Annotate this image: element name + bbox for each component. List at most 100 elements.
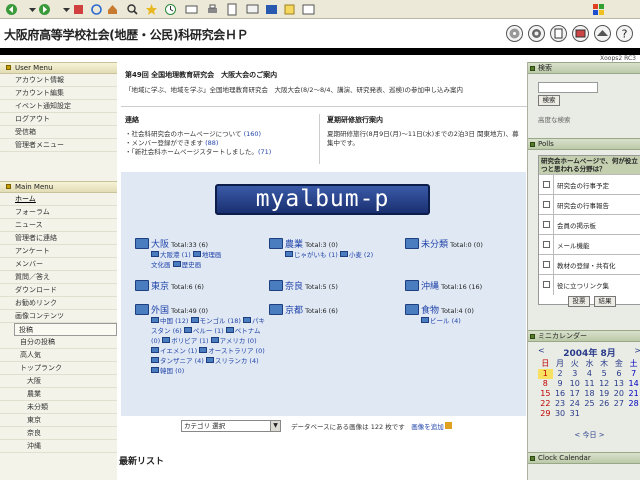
calendar-prev[interactable]: < xyxy=(538,346,545,355)
notice-summer-trip-title[interactable]: 夏期研修旅行案内 xyxy=(327,115,525,125)
main-menu-item[interactable]: ニュース xyxy=(0,219,117,232)
note-icon[interactable] xyxy=(550,25,567,42)
user-menu-item[interactable]: ログアウト xyxy=(0,113,117,126)
subcategory-link[interactable]: モンゴル (18) xyxy=(200,317,241,325)
calendar-day[interactable]: 5 xyxy=(597,369,612,379)
category-name[interactable]: 食物 xyxy=(421,306,439,316)
messenger-icon[interactable] xyxy=(264,2,277,15)
poll-checkbox[interactable] xyxy=(543,281,550,288)
main-menu-subitem[interactable]: 沖縄 xyxy=(0,440,117,453)
calendar-day[interactable]: 16 xyxy=(553,389,568,399)
stop-icon[interactable] xyxy=(71,2,84,15)
add-image-link[interactable]: 画像を追加 xyxy=(411,423,444,431)
subcategory-link[interactable]: オーストラリア (0) xyxy=(208,347,264,355)
user-menu-item[interactable]: 受信箱 xyxy=(0,126,117,139)
mail-icon[interactable] xyxy=(184,2,198,15)
subcategory-link[interactable]: ボリビア (1) xyxy=(171,337,208,345)
subcategory-link[interactable]: ビール (4) xyxy=(430,317,461,325)
subcategory-link[interactable]: タンザニア (4) xyxy=(160,357,204,365)
calendar-day[interactable]: 29 xyxy=(538,409,553,419)
poll-checkbox[interactable] xyxy=(543,181,550,188)
calendar-day[interactable]: 25 xyxy=(582,399,597,409)
calendar-day[interactable]: 18 xyxy=(582,389,597,399)
main-menu-item[interactable]: 画像コンテンツ xyxy=(0,310,117,323)
user-menu-item[interactable]: 管理者メニュー xyxy=(0,139,117,152)
category-name[interactable]: 奈良 xyxy=(285,282,303,292)
poll-option[interactable]: 研究会の行事予定 xyxy=(539,174,640,195)
category-name[interactable]: 未分類 xyxy=(421,240,448,250)
vote-button[interactable]: 投票 xyxy=(568,296,590,307)
calendar-day[interactable]: 6 xyxy=(612,369,627,379)
category-name[interactable]: 東京 xyxy=(151,282,169,292)
calendar-day[interactable]: 17 xyxy=(567,389,582,399)
calendar-day[interactable]: 20 xyxy=(612,389,627,399)
add-image-icon[interactable] xyxy=(444,422,452,429)
user-menu-item[interactable]: イベント通知設定 xyxy=(0,100,117,113)
search-button[interactable]: 検索 xyxy=(538,95,560,106)
main-menu-item[interactable]: アンケート xyxy=(0,245,117,258)
subcategory-link[interactable]: じゃがいも (1) xyxy=(294,251,338,259)
user-menu-item[interactable]: アカウント情報 xyxy=(0,74,117,87)
calendar-day[interactable]: 3 xyxy=(567,369,582,379)
window-icon[interactable] xyxy=(301,2,315,15)
subcategory-link[interactable]: スリランカ (4) xyxy=(215,357,259,365)
main-menu-item[interactable]: ダウンロード xyxy=(0,284,117,297)
poll-option[interactable]: 研究会の行事報告 xyxy=(539,194,640,215)
poll-option[interactable]: 役に立つリンク集 xyxy=(539,274,640,295)
calendar-day[interactable]: 15 xyxy=(538,389,553,399)
calendar-day[interactable]: 21 xyxy=(626,389,640,399)
main-menu-item[interactable]: フォーラム xyxy=(0,206,117,219)
history-icon[interactable] xyxy=(163,2,176,15)
category-name[interactable]: 外国 xyxy=(151,306,169,316)
category-name[interactable]: 大阪 xyxy=(151,240,169,250)
calendar-day[interactable]: 14 xyxy=(626,379,640,389)
subcategory-link[interactable]: イエメン (1) xyxy=(160,347,197,355)
poll-option[interactable]: 会員の掲示板 xyxy=(539,214,640,235)
edit-icon[interactable] xyxy=(225,2,238,16)
calendar-day[interactable]: 2 xyxy=(553,369,568,379)
calendar-day[interactable]: 28 xyxy=(626,399,640,409)
subcategory-link[interactable]: 歴史画 xyxy=(182,261,202,269)
poll-option[interactable]: 教材の登録・共有化 xyxy=(539,254,640,275)
subcategory-link[interactable]: 大阪港 (1) xyxy=(160,251,191,259)
home-icon[interactable] xyxy=(105,2,118,15)
main-menu-item[interactable]: お勧めリンク xyxy=(0,297,117,310)
calendar-day[interactable]: 4 xyxy=(582,369,597,379)
poll-checkbox[interactable] xyxy=(543,241,550,248)
subcategory-link[interactable]: 韓国 (0) xyxy=(160,367,184,375)
main-menu-item-post[interactable]: 投稿 xyxy=(14,323,117,336)
main-menu-item[interactable]: 質問／答え xyxy=(0,271,117,284)
main-menu-item[interactable]: トップランク xyxy=(0,362,117,375)
chevron-down-icon[interactable]: ▼ xyxy=(270,421,280,431)
calendar-day[interactable]: 13 xyxy=(612,379,627,389)
favorites-icon[interactable] xyxy=(144,2,157,15)
print-icon[interactable] xyxy=(205,2,218,15)
user-menu-item[interactable]: アカウント編集 xyxy=(0,87,117,100)
list-item[interactable]: ・メンバー登録ができます (88) xyxy=(125,139,315,148)
calendar-day[interactable]: 9 xyxy=(553,379,568,389)
calendar-day[interactable]: 11 xyxy=(582,379,597,389)
calendar-day[interactable]: 7 xyxy=(626,369,640,379)
category-name[interactable]: 京都 xyxy=(285,306,303,316)
calendar-day[interactable]: 26 xyxy=(597,399,612,409)
poll-option[interactable]: メール機能 xyxy=(539,234,640,255)
main-menu-item[interactable]: 自分の投稿 xyxy=(0,336,117,349)
help-icon[interactable]: ? xyxy=(616,25,633,42)
subcategory-link[interactable]: 文化画 xyxy=(151,261,171,269)
subcategory-link[interactable]: ペルー (1) xyxy=(193,327,224,335)
subcategory-link[interactable]: アメリカ (0) xyxy=(220,337,257,345)
main-menu-item[interactable]: 高人気 xyxy=(0,349,117,362)
category-name[interactable]: 農業 xyxy=(285,240,303,250)
gear-icon[interactable] xyxy=(528,25,545,42)
category-name[interactable]: 沖縄 xyxy=(421,282,439,292)
back-icon[interactable] xyxy=(4,2,17,15)
list-item[interactable]: ・社会科研究会のホームページについて (160) xyxy=(125,130,315,139)
calendar-day[interactable]: 12 xyxy=(597,379,612,389)
main-menu-item[interactable]: メンバー xyxy=(0,258,117,271)
main-menu-item-home[interactable]: ホーム xyxy=(0,193,117,206)
main-menu-subitem[interactable]: 大阪 xyxy=(0,375,117,388)
hat-icon[interactable] xyxy=(594,25,611,42)
forward-icon[interactable] xyxy=(37,2,50,15)
main-menu-subitem[interactable]: 農業 xyxy=(0,388,117,401)
calendar-day[interactable]: 27 xyxy=(612,399,627,409)
